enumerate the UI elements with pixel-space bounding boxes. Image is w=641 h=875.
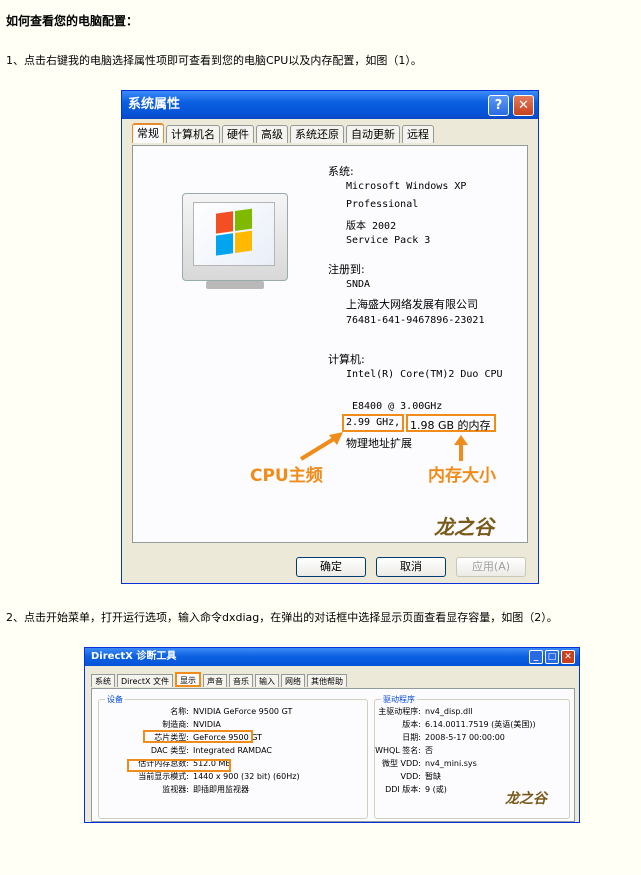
driver-row: VDD: 暂缺 (365, 771, 442, 782)
dxdiag-titlebar: DirectX 诊断工具 _ □ ✕ (85, 648, 579, 666)
tab-hardware[interactable]: 硬件 (222, 125, 254, 143)
cpu-annotation: CPU主频 (250, 466, 323, 486)
tab-display[interactable]: 显示 (174, 672, 201, 687)
minimize-icon[interactable]: _ (529, 650, 543, 664)
system-properties-screenshot: 系统属性 ? ✕ 常规 计算机名 硬件 高级 系统还原 自动更新 远程 系统: … (121, 90, 539, 584)
tab-music[interactable]: 音乐 (228, 674, 253, 687)
device-row-value: NVIDIA GeForce 9500 GT (193, 707, 293, 716)
cpu-name: Intel(R) Core(TM)2 Duo CPU (346, 369, 503, 380)
driver-row-value: 9 (或) (425, 785, 447, 794)
device-row-label: 监视器: (162, 785, 189, 794)
driver-row-label: 微型 VDD: (381, 759, 421, 768)
dxdiag-tab-bar: 系统 DirectX 文件 显示 声音 音乐 输入 网络 其他帮助 (91, 672, 349, 687)
cpu-arrow-icon (299, 432, 343, 461)
apply-button[interactable]: 应用(A) (456, 557, 526, 577)
tab-general[interactable]: 常规 (132, 123, 164, 143)
game-watermark-logo: 龙之谷 (505, 791, 547, 807)
device-row: 名称: NVIDIA GeForce 9500 GT (109, 706, 292, 717)
tab-bar: 常规 计算机名 硬件 高级 系统还原 自动更新 远程 (132, 123, 436, 145)
tab-sound[interactable]: 声音 (202, 674, 227, 687)
tab-directx-files[interactable]: DirectX 文件 (117, 674, 173, 687)
driver-row: 微型 VDD: nv4_mini.sys (365, 758, 477, 769)
tab-advanced[interactable]: 高级 (256, 125, 288, 143)
cancel-button[interactable]: 取消 (376, 557, 446, 577)
device-row: DAC 类型: Integrated RAMDAC (109, 745, 272, 756)
ok-button[interactable]: 确定 (296, 557, 366, 577)
driver-row-label: 日期: (402, 733, 421, 742)
dxdiag-title: DirectX 诊断工具 (91, 651, 177, 662)
chip-type-highlight (143, 730, 253, 743)
memory-total-highlight (127, 759, 231, 772)
window-titlebar: 系统属性 ? ✕ (122, 91, 538, 119)
close-icon[interactable]: ✕ (513, 95, 534, 116)
device-row: 监视器: 即插即用监视器 (109, 784, 249, 795)
driver-row-value: nv4_mini.sys (425, 759, 477, 768)
device-row-label: DAC 类型: (150, 746, 189, 755)
driver-row-value: 暂缺 (425, 772, 441, 781)
driver-row-label: DDI 版本: (385, 785, 421, 794)
tab-network[interactable]: 网络 (280, 674, 305, 687)
device-row: 当前显示模式: 1440 x 900 (32 bit) (60Hz) (109, 771, 300, 782)
registered-user: SNDA (346, 279, 371, 290)
tab-system-restore[interactable]: 系统还原 (290, 125, 344, 143)
device-row-label: 当前显示模式: (138, 772, 189, 781)
help-icon[interactable]: ? (488, 95, 509, 116)
driver-row: 日期: 2008-5-17 00:00:00 (365, 732, 505, 743)
driver-row-value: nv4_disp.dll (425, 707, 473, 716)
tab-more-help[interactable]: 其他帮助 (306, 674, 347, 687)
registered-label: 注册到: (328, 263, 365, 276)
memory-arrow-icon (454, 435, 468, 461)
product-key: 76481-641-9467896-23021 (346, 315, 485, 326)
device-row-label: 制造商: (162, 720, 189, 729)
driver-group-title: 驱动程序 (381, 694, 417, 705)
device-row: 制造商: NVIDIA (109, 719, 221, 730)
pae-label: 物理地址扩展 (346, 437, 412, 450)
tab-input[interactable]: 输入 (254, 674, 279, 687)
memory-size: 1.98 GB 的内存 (410, 419, 491, 432)
driver-row: 主驱动程序: nv4_disp.dll (365, 706, 473, 717)
tab-computer-name[interactable]: 计算机名 (166, 125, 220, 143)
tab-remote[interactable]: 远程 (402, 125, 434, 143)
driver-row-label: VDD: (400, 772, 422, 781)
driver-row-label: WHQL 签名: (375, 746, 421, 755)
registered-org: 上海盛大网络发展有限公司 (346, 298, 478, 311)
step-1-text: 1、点击右键我的电脑选择属性项即可查看到您的电脑CPU以及内存配置，如图（1）。 (6, 54, 422, 67)
step-2-text: 2、点击开始菜单，打开运行选项，输入命令dxdiag，在弹出的对话框中选择显示页… (6, 611, 558, 624)
cpu-model: E8400 @ 3.00GHz (352, 401, 443, 412)
device-row-value: 即插即用监视器 (193, 785, 249, 794)
os-name-line2: Professional (346, 199, 419, 210)
driver-row-value: 2008-5-17 00:00:00 (425, 733, 505, 742)
maximize-icon[interactable]: □ (545, 650, 559, 664)
device-row-label: 名称: (170, 707, 189, 716)
dxdiag-screenshot: DirectX 诊断工具 _ □ ✕ 系统 DirectX 文件 显示 声音 音… (84, 647, 580, 823)
computer-label: 计算机: (328, 353, 365, 366)
tab-auto-update[interactable]: 自动更新 (346, 125, 400, 143)
os-version: 版本 2002 (346, 221, 397, 232)
cpu-frequency: 2.99 GHz, (346, 417, 401, 428)
window-title: 系统属性 (128, 97, 181, 112)
system-label: 系统: (328, 165, 354, 178)
driver-row-label: 版本: (402, 720, 421, 729)
device-row-value: Integrated RAMDAC (193, 746, 272, 755)
driver-row: DDI 版本: 9 (或) (365, 784, 447, 795)
monitor-stand (206, 281, 264, 289)
driver-row: WHQL 签名: 否 (365, 745, 433, 756)
page-heading: 如何查看您的电脑配置： (6, 14, 139, 28)
tab-system[interactable]: 系统 (91, 674, 115, 687)
driver-row: 版本: 6.14.0011.7519 (英语(美国)) (365, 719, 536, 730)
memory-annotation: 内存大小 (428, 466, 496, 486)
os-name-line1: Microsoft Windows XP (346, 181, 467, 192)
driver-row-label: 主驱动程序: (378, 707, 421, 716)
device-row-value: 1440 x 900 (32 bit) (60Hz) (193, 772, 300, 781)
windows-logo-icon (182, 193, 288, 281)
device-row-value: NVIDIA (193, 720, 221, 729)
device-group-title: 设备 (105, 694, 125, 705)
os-service-pack: Service Pack 3 (346, 235, 431, 246)
close-icon[interactable]: ✕ (561, 650, 575, 664)
driver-row-value: 6.14.0011.7519 (英语(美国)) (425, 720, 536, 729)
driver-row-value: 否 (425, 746, 433, 755)
game-watermark-logo: 龙之谷 (434, 515, 494, 539)
